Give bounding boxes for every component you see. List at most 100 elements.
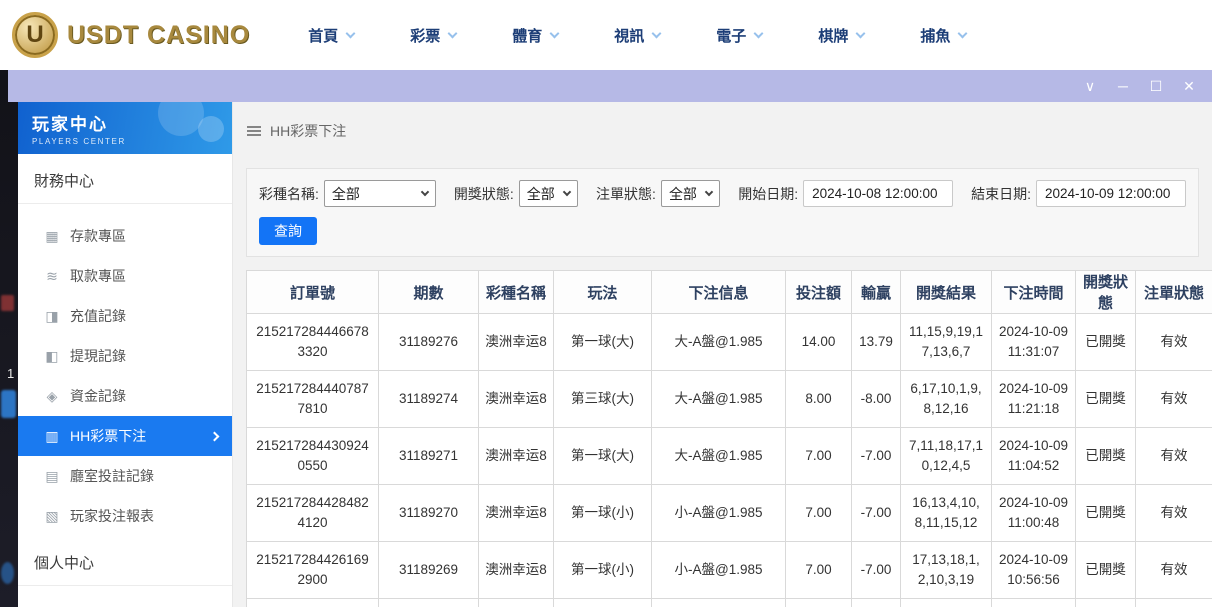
site-header: U USDT CASINO 首頁 彩票 體育	[0, 0, 1212, 70]
sidebar-item[interactable]: ▤ 廳室投註記錄	[18, 456, 232, 496]
cell-bet-amount: 7.00	[786, 428, 852, 485]
nav-item-label: 棋牌	[818, 25, 848, 46]
table-row: 2152172844284824120 31189270 澳洲幸运8 第一球(小…	[247, 485, 1212, 542]
sidebar-item[interactable]: ✉ 消息公告	[18, 598, 232, 607]
lottery-type-select[interactable]: 全部	[324, 180, 436, 207]
nav-item[interactable]: 首頁	[308, 25, 354, 46]
withdrawal-record-icon: ◧	[42, 348, 62, 365]
nav-item-label: 電子	[716, 25, 746, 46]
sidebar-item-label: 資金記錄	[70, 386, 126, 406]
background-fragment-text: 1	[7, 366, 14, 381]
cell-draw-result: 17,13,18,1,2,10,3,19	[901, 542, 992, 599]
cell-bet-info: 大-A盤@1.985	[652, 314, 786, 371]
cell-play-type: 第一球(小)	[554, 542, 652, 599]
sidebar-item[interactable]: ≋ 取款專區	[18, 256, 232, 296]
withdraw-icon: ≋	[42, 268, 62, 285]
breadcrumb: HH彩票下注	[233, 102, 1212, 160]
nav-item[interactable]: 視訊	[614, 25, 660, 46]
section-label-personal: 個人中心	[18, 536, 232, 586]
cell-order-number: 2152172844407877810	[247, 371, 379, 428]
chevron-down-icon	[421, 188, 429, 196]
sidebar-item-label: 存款專區	[70, 226, 126, 246]
column-header: 彩種名稱	[479, 271, 554, 314]
cell-bet-time: 2024-10-09 11:00:48	[992, 485, 1076, 542]
start-date-label: 開始日期:	[738, 184, 798, 204]
chevron-down-icon	[705, 188, 713, 196]
column-header: 下注信息	[652, 271, 786, 314]
hamburger-menu-icon[interactable]	[247, 126, 261, 136]
site-logo[interactable]: U USDT CASINO	[12, 12, 250, 58]
personal-menu: ✉ 消息公告	[18, 586, 232, 607]
background-fragment	[1, 295, 14, 311]
cell-draw-status: 已開獎	[1076, 428, 1136, 485]
window-body: 玩家中心 PLAYERS CENTER 財務中心 ▦ 存款專區 ≋ 取款專區	[18, 102, 1212, 607]
sidebar-item[interactable]: ▦ 存款專區	[18, 216, 232, 256]
cell-period: 31189271	[379, 428, 479, 485]
minimize-icon[interactable]: ─	[1110, 74, 1136, 98]
cell-order-number: 2152172844284824120	[247, 485, 379, 542]
end-date-input[interactable]	[1036, 180, 1186, 207]
cell-bet-amount: 7.00	[786, 542, 852, 599]
column-header: 開獎結果	[901, 271, 992, 314]
column-header: 期數	[379, 271, 479, 314]
nav-item[interactable]: 捕魚	[920, 25, 966, 46]
logo-text: USDT CASINO	[67, 21, 250, 50]
cell-win-loss: -7.00	[852, 485, 901, 542]
cell-lottery-name: 澳洲幸运8	[479, 542, 554, 599]
sidebar-item[interactable]: ◈ 資金記錄	[18, 376, 232, 416]
cell-bet-time: 2024-10-09 11:31:07	[992, 314, 1076, 371]
chevron-down-icon	[856, 29, 866, 39]
players-center-header: 玩家中心 PLAYERS CENTER	[18, 102, 232, 154]
chevron-down-icon	[754, 29, 764, 39]
cell-order-number: 2152172844466783320	[247, 314, 379, 371]
table-row: 2152172844407877810 31189274 澳洲幸运8 第三球(大…	[247, 371, 1212, 428]
cell-draw-status: 已開獎	[1076, 314, 1136, 371]
bets-table: 訂單號 期數 彩種名稱 玩法 下注信息 投注額 輸贏	[246, 270, 1212, 607]
nav-item[interactable]: 電子	[716, 25, 762, 46]
cell-bet-status: 有效	[1136, 371, 1212, 428]
main-content: HH彩票下注 彩種名稱: 全部 開獎狀態: 全部 注單狀態:	[233, 102, 1212, 607]
search-button[interactable]: 查詢	[259, 217, 317, 245]
logo-emblem-icon: U	[12, 12, 58, 58]
select-value: 全部	[669, 184, 697, 204]
sidebar-item[interactable]: ◧ 提現記錄	[18, 336, 232, 376]
chevron-down-icon	[448, 29, 458, 39]
column-header: 注單狀態	[1136, 271, 1212, 314]
cell-bet-status: 有效	[1136, 485, 1212, 542]
nav-item[interactable]: 體育	[512, 25, 558, 46]
sidebar-item-label: 提現記錄	[70, 346, 126, 366]
maximize-icon[interactable]: ☐	[1143, 74, 1169, 98]
nav-item-label: 視訊	[614, 25, 644, 46]
cell-period: 31189270	[379, 485, 479, 542]
collapse-icon[interactable]: ∨	[1077, 74, 1103, 98]
cell-bet-amount: 7.00	[786, 485, 852, 542]
cell-draw-result: 11,15,9,19,17,13,6,7	[901, 314, 992, 371]
cell-bet-info: 大-A盤@1.985	[652, 428, 786, 485]
sidebar-subtitle: PLAYERS CENTER	[32, 137, 218, 146]
funds-record-icon: ◈	[42, 388, 62, 405]
cell-play-type: 第一球(大)	[554, 428, 652, 485]
cell-bet-info: 小-A盤@1.985	[652, 485, 786, 542]
nav-item[interactable]: 彩票	[410, 25, 456, 46]
sidebar-item[interactable]: ◨ 充值記錄	[18, 296, 232, 336]
cell-bet-info: 大-A盤@1.985	[652, 371, 786, 428]
cell-bet-status: 有效	[1136, 542, 1212, 599]
cell-bet-status: 有效	[1136, 314, 1212, 371]
nav-item-label: 首頁	[308, 25, 338, 46]
cell-bet-time: 2024-10-09 11:04:52	[992, 428, 1076, 485]
sidebar-item[interactable]: ▥ HH彩票下注	[18, 416, 232, 456]
background-fragment	[1, 562, 14, 584]
start-date-input[interactable]	[803, 180, 953, 207]
background-page-strip: 1	[0, 70, 18, 607]
cell-bet-time: 2024-10-09 11:21:18	[992, 371, 1076, 428]
sidebar-item[interactable]: ▧ 玩家投注報表	[18, 496, 232, 536]
cell-win-loss: -7.00	[852, 542, 901, 599]
cell-win-loss: -7.00	[852, 428, 901, 485]
cell-draw-status: 已開獎	[1076, 485, 1136, 542]
nav-item-label: 體育	[512, 25, 542, 46]
nav-item[interactable]: 棋牌	[818, 25, 864, 46]
close-icon[interactable]: ✕	[1176, 74, 1202, 98]
bet-status-select[interactable]: 全部	[661, 180, 720, 207]
cell-lottery-name: 澳洲幸运8	[479, 371, 554, 428]
draw-status-select[interactable]: 全部	[519, 180, 578, 207]
